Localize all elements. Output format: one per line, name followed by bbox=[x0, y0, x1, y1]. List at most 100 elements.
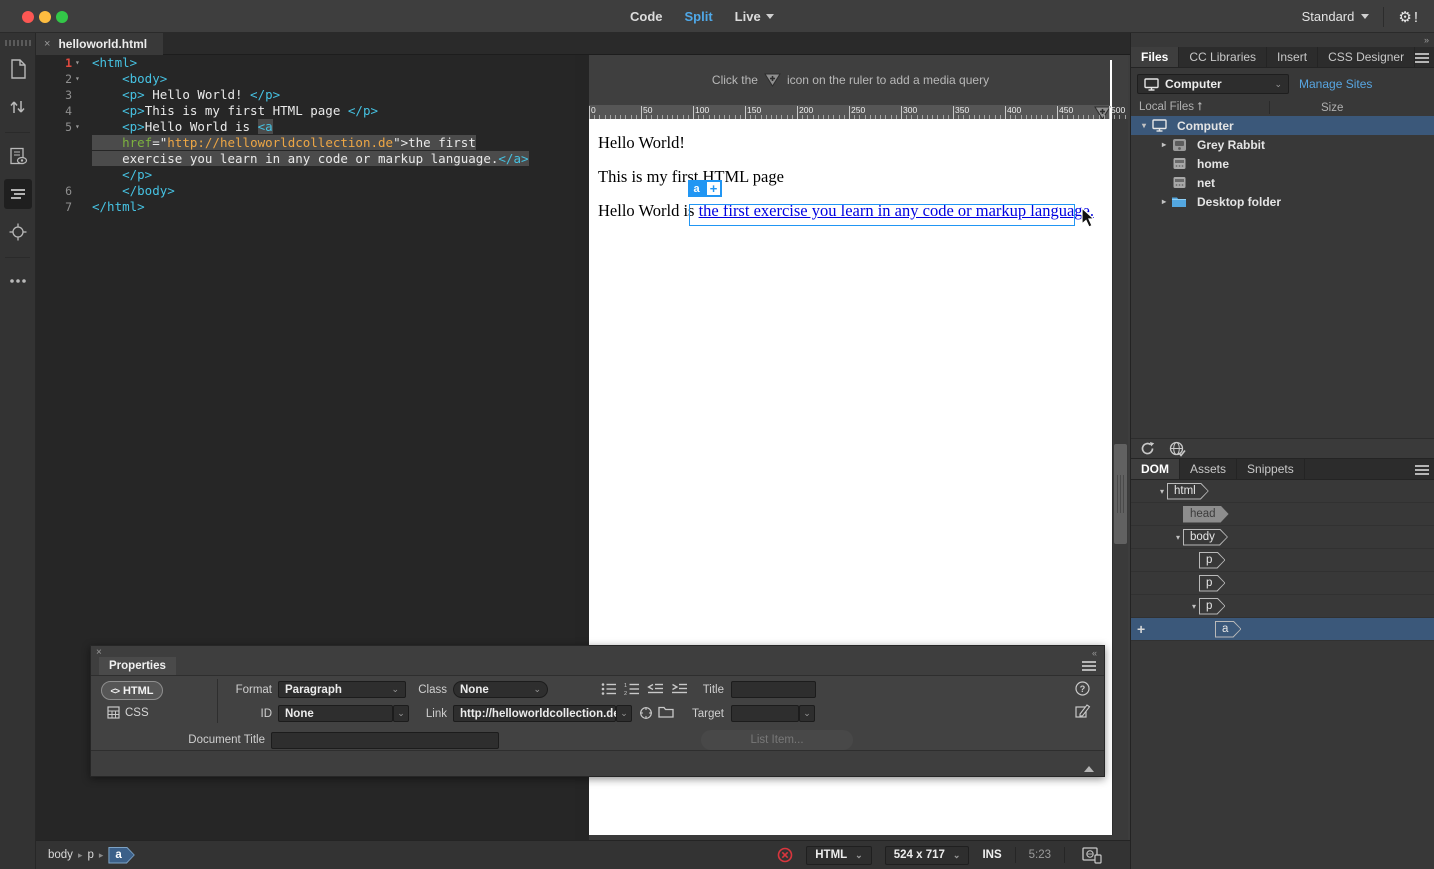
tab-insert[interactable]: Insert bbox=[1267, 47, 1318, 67]
outdent-icon[interactable] bbox=[647, 682, 664, 696]
dom-node-p[interactable]: p bbox=[1131, 549, 1434, 572]
more-icon[interactable] bbox=[0, 266, 36, 296]
tab-snippets[interactable]: Snippets bbox=[1237, 459, 1305, 479]
tab-close-icon[interactable]: × bbox=[44, 38, 50, 50]
tab-dom[interactable]: DOM bbox=[1131, 459, 1180, 479]
code-line[interactable]: 7</html> bbox=[36, 199, 575, 215]
dom-tag-p[interactable]: p bbox=[1199, 552, 1225, 569]
title-input[interactable] bbox=[731, 681, 816, 698]
dom-tag-a[interactable]: a bbox=[1215, 621, 1241, 638]
disclosure-closed-icon[interactable]: ▸ bbox=[1159, 197, 1169, 206]
target-dropdown[interactable] bbox=[731, 705, 799, 722]
local-files-header[interactable]: Local Files ⭡ bbox=[1139, 101, 1203, 114]
document-tab[interactable]: × helloworld.html bbox=[36, 33, 163, 55]
point-to-file-icon[interactable] bbox=[639, 706, 653, 720]
panel-menu-icon[interactable] bbox=[1082, 659, 1096, 673]
view-mode-split[interactable]: Split bbox=[685, 9, 713, 24]
file-icon[interactable] bbox=[0, 54, 36, 84]
collapse-panel-icon[interactable]: » bbox=[1424, 35, 1428, 45]
class-dropdown[interactable]: None⌄ bbox=[453, 681, 548, 698]
disclosure-open-icon[interactable]: ▾ bbox=[1139, 121, 1149, 130]
tab-cc-libraries[interactable]: CC Libraries bbox=[1179, 47, 1267, 67]
target-dropdown-caret[interactable]: ⌄ bbox=[799, 705, 815, 722]
css-properties-button[interactable]: CSS bbox=[107, 706, 149, 719]
code-line[interactable]: 4 <p>This is my first HTML page </p> bbox=[36, 103, 575, 119]
tab-assets[interactable]: Assets bbox=[1180, 459, 1237, 479]
doctype-dropdown[interactable]: HTML⌄ bbox=[806, 846, 871, 865]
column-divider[interactable] bbox=[1269, 101, 1270, 114]
html-properties-button[interactable]: <>HTML bbox=[101, 681, 163, 700]
dom-node-html[interactable]: ▾html bbox=[1131, 480, 1434, 503]
properties-tab[interactable]: Properties bbox=[99, 657, 176, 675]
dom-node-p[interactable]: ▾p bbox=[1131, 595, 1434, 618]
paragraph-link-prefix[interactable]: Hello World is bbox=[598, 201, 699, 220]
inspect-icon[interactable] bbox=[0, 217, 36, 247]
edit-pencil-icon[interactable] bbox=[1075, 703, 1091, 719]
code-line[interactable]: </p> bbox=[36, 167, 575, 183]
format-dropdown[interactable]: Paragraph⌄ bbox=[278, 681, 406, 698]
workspace-dropdown[interactable]: Standard bbox=[1302, 9, 1370, 24]
panel-menu-icon[interactable] bbox=[1415, 51, 1429, 65]
browse-folder-icon[interactable] bbox=[658, 706, 674, 718]
preview-in-browser-icon[interactable] bbox=[1082, 847, 1102, 864]
dom-node-a[interactable]: +a bbox=[1131, 618, 1434, 641]
dom-tag-p[interactable]: p bbox=[1199, 575, 1225, 592]
code-line[interactable]: href="http://helloworldcollection.de">th… bbox=[36, 135, 575, 151]
window-close-button[interactable] bbox=[22, 11, 34, 23]
horizontal-ruler[interactable]: 050100150200250300350400450500 bbox=[589, 105, 1112, 119]
sort-icon[interactable] bbox=[0, 92, 36, 122]
dom-tag-p[interactable]: p bbox=[1199, 598, 1225, 615]
tab-files[interactable]: Files bbox=[1131, 47, 1179, 67]
disclosure-closed-icon[interactable]: ▸ bbox=[1159, 140, 1169, 149]
link-input[interactable]: http://helloworldcollection.de bbox=[453, 705, 616, 722]
validation-error-icon[interactable] bbox=[777, 847, 793, 863]
code-line[interactable]: 2▾ <body> bbox=[36, 71, 575, 87]
size-header[interactable]: Size bbox=[1321, 102, 1343, 114]
window-minimize-button[interactable] bbox=[39, 11, 51, 23]
settings-gear-button[interactable]: ⚙! bbox=[1398, 8, 1420, 26]
code-line[interactable]: 5▾ <p>Hello World is <a bbox=[36, 119, 575, 135]
disclosure-open-icon[interactable]: ▾ bbox=[1157, 487, 1167, 496]
view-mode-live[interactable]: Live bbox=[735, 9, 774, 24]
dom-tag-html[interactable]: html bbox=[1167, 483, 1209, 500]
disclosure-open-icon[interactable]: ▾ bbox=[1189, 602, 1199, 611]
manage-sites-link[interactable]: Manage Sites bbox=[1299, 77, 1372, 91]
list-item-button[interactable]: List Item... bbox=[701, 730, 853, 750]
tag-selector-p[interactable]: p bbox=[87, 849, 93, 861]
add-element-button[interactable]: + bbox=[705, 180, 722, 197]
disclosure-open-icon[interactable]: ▾ bbox=[1173, 533, 1183, 542]
paragraph-hello-world[interactable]: Hello World! bbox=[598, 132, 1112, 153]
site-dropdown[interactable]: Computer ⌄ bbox=[1137, 74, 1289, 94]
window-zoom-button[interactable] bbox=[56, 11, 68, 23]
ordered-list-icon[interactable]: 12 bbox=[624, 682, 640, 696]
expand-panel-icon[interactable] bbox=[1084, 766, 1094, 772]
collapse-panel-icon[interactable]: « bbox=[1092, 648, 1096, 658]
id-dropdown-caret[interactable]: ⌄ bbox=[393, 705, 409, 722]
file-tree-item-home[interactable]: home bbox=[1131, 154, 1434, 173]
tag-selector-a[interactable]: a bbox=[108, 847, 134, 864]
format-icon[interactable] bbox=[4, 179, 32, 209]
tag-selector-body[interactable]: body bbox=[48, 849, 73, 861]
fold-arrow-icon[interactable]: ▾ bbox=[75, 71, 84, 87]
code-line[interactable]: 3 <p> Hello World! </p> bbox=[36, 87, 575, 103]
code-line[interactable]: 6 </body> bbox=[36, 183, 575, 199]
file-tree-item-desktop-folder[interactable]: ▸Desktop folder bbox=[1131, 192, 1434, 211]
tab-css-designer[interactable]: CSS Designer bbox=[1318, 47, 1415, 67]
paragraph-first-page[interactable]: This is my first HTML page bbox=[598, 166, 1112, 187]
element-tag-badge[interactable]: a bbox=[688, 180, 705, 197]
code-line[interactable]: 1▾<html> bbox=[36, 55, 575, 71]
view-mode-code[interactable]: Code bbox=[630, 9, 663, 24]
live-source-icon[interactable] bbox=[0, 141, 36, 171]
panel-menu-icon[interactable] bbox=[1415, 463, 1429, 477]
unordered-list-icon[interactable] bbox=[601, 682, 617, 696]
live-hyperlink[interactable]: the first exercise you learn in any code… bbox=[699, 201, 1094, 220]
code-line[interactable]: exercise you learn in any code or markup… bbox=[36, 151, 575, 167]
document-title-input[interactable] bbox=[271, 732, 499, 749]
dom-node-head[interactable]: head bbox=[1131, 503, 1434, 526]
globe-check-icon[interactable] bbox=[1169, 441, 1186, 457]
fold-arrow-icon[interactable]: ▾ bbox=[75, 119, 84, 135]
fold-arrow-icon[interactable]: ▾ bbox=[75, 55, 84, 71]
dom-node-p[interactable]: p bbox=[1131, 572, 1434, 595]
id-dropdown[interactable]: None bbox=[278, 705, 393, 722]
dom-tag-head[interactable]: head bbox=[1183, 506, 1229, 523]
